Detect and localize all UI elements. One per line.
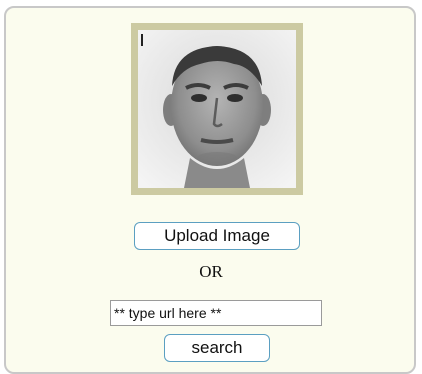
or-separator: OR [199,262,223,281]
photo-frame [131,23,303,195]
face-image [138,30,296,188]
face-photo [138,30,296,188]
search-button[interactable]: search [164,334,270,362]
url-input[interactable] [110,300,322,326]
upload-image-button[interactable]: Upload Image [134,222,300,250]
